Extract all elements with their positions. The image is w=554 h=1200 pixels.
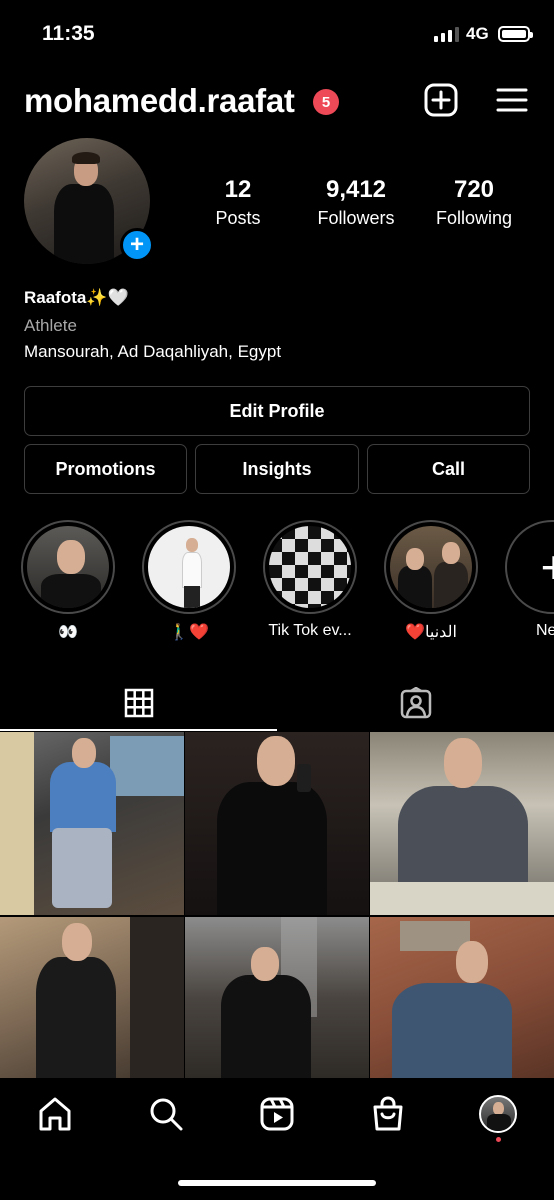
nav-search[interactable] bbox=[146, 1094, 186, 1134]
highlight-cover bbox=[384, 520, 478, 614]
highlight-cover bbox=[21, 520, 115, 614]
home-icon bbox=[39, 1097, 71, 1131]
highlight-label: 🚶‍♂️❤️ bbox=[169, 624, 209, 641]
post-thumbnail[interactable] bbox=[0, 917, 184, 1078]
new-highlight-button[interactable]: + New bbox=[504, 520, 554, 640]
profile-bio: Raafota✨🤍 Athlete Mansourah, Ad Daqahliy… bbox=[24, 288, 524, 362]
tagged-person-icon bbox=[400, 687, 431, 719]
stat-followers[interactable]: 9,412 Followers bbox=[308, 176, 404, 229]
highlight-label: ❤️الدنيا bbox=[405, 624, 457, 641]
insights-button[interactable]: Insights bbox=[195, 444, 359, 494]
post-thumbnail[interactable] bbox=[0, 732, 184, 915]
posts-grid bbox=[0, 732, 554, 1078]
profile-category: Athlete bbox=[24, 316, 77, 335]
status-bar: 11:35 4G bbox=[0, 0, 554, 66]
menu-button[interactable] bbox=[494, 82, 530, 118]
plus-square-icon bbox=[424, 83, 458, 117]
post-thumbnail[interactable] bbox=[370, 732, 554, 915]
username[interactable]: mohamedd.raafat bbox=[24, 82, 295, 120]
nav-reels[interactable] bbox=[257, 1094, 297, 1134]
tab-tagged[interactable] bbox=[277, 676, 554, 730]
post-thumbnail[interactable] bbox=[370, 917, 554, 1078]
highlight-label: 👀 bbox=[58, 624, 78, 641]
highlight-label: Tik Tok ev... bbox=[268, 622, 352, 639]
highlight-item[interactable]: Tik Tok ev... bbox=[262, 520, 358, 640]
nav-profile[interactable] bbox=[478, 1094, 518, 1134]
highlight-item[interactable]: 🚶‍♂️❤️ bbox=[141, 520, 237, 642]
nav-home[interactable] bbox=[35, 1094, 75, 1134]
new-highlight-cover: + bbox=[505, 520, 554, 614]
highlight-item[interactable]: 👀 bbox=[20, 520, 116, 642]
display-name: Raafota✨🤍 bbox=[24, 288, 129, 307]
following-count: 720 bbox=[453, 176, 495, 203]
profile-avatar-small bbox=[479, 1095, 517, 1133]
following-label: Following bbox=[435, 208, 513, 228]
promotions-button[interactable]: Promotions bbox=[24, 444, 187, 494]
posts-count: 12 bbox=[224, 176, 252, 203]
search-icon bbox=[150, 1098, 183, 1131]
profile-avatar-container[interactable]: + bbox=[24, 138, 154, 266]
tab-posts-grid[interactable] bbox=[0, 676, 277, 731]
followers-label: Followers bbox=[317, 208, 395, 228]
status-time: 11:35 bbox=[42, 22, 95, 45]
story-highlights: 👀 🚶‍♂️❤️ Tik Tok ev... ❤️الدنيا + New bbox=[0, 520, 554, 650]
highlight-cover bbox=[142, 520, 236, 614]
followers-count: 9,412 bbox=[325, 176, 387, 203]
profile-location[interactable]: Mansourah, Ad Daqahliyah, Egypt bbox=[24, 342, 524, 362]
profile-header: mohamedd.raafat 5 bbox=[24, 80, 534, 126]
post-thumbnail[interactable] bbox=[185, 917, 369, 1078]
battery-icon bbox=[498, 26, 533, 42]
notification-dot bbox=[496, 1137, 501, 1142]
hamburger-menu-icon bbox=[496, 88, 528, 112]
post-thumbnail[interactable] bbox=[185, 732, 369, 915]
network-type: 4G bbox=[466, 24, 489, 43]
highlight-label: New bbox=[535, 622, 554, 639]
stat-posts[interactable]: 12 Posts bbox=[190, 176, 286, 229]
reels-icon bbox=[260, 1097, 294, 1131]
profile-tabs bbox=[0, 676, 554, 732]
edit-profile-button[interactable]: Edit Profile bbox=[24, 386, 530, 436]
profile-stats: 12 Posts 9,412 Followers 720 Following bbox=[190, 176, 530, 236]
add-story-icon[interactable]: + bbox=[120, 228, 154, 262]
shop-icon bbox=[373, 1096, 403, 1131]
stat-following[interactable]: 720 Following bbox=[424, 176, 524, 229]
highlight-cover bbox=[263, 520, 357, 614]
notification-badge[interactable]: 5 bbox=[313, 89, 339, 115]
highlight-item[interactable]: ❤️الدنيا bbox=[383, 520, 479, 642]
posts-label: Posts bbox=[215, 208, 261, 228]
create-post-button[interactable] bbox=[423, 82, 459, 118]
grid-icon bbox=[124, 688, 153, 717]
signal-icon bbox=[434, 26, 459, 42]
home-indicator[interactable] bbox=[178, 1180, 376, 1186]
call-button[interactable]: Call bbox=[367, 444, 530, 494]
nav-shop[interactable] bbox=[368, 1094, 408, 1134]
plus-icon: + bbox=[541, 544, 554, 590]
